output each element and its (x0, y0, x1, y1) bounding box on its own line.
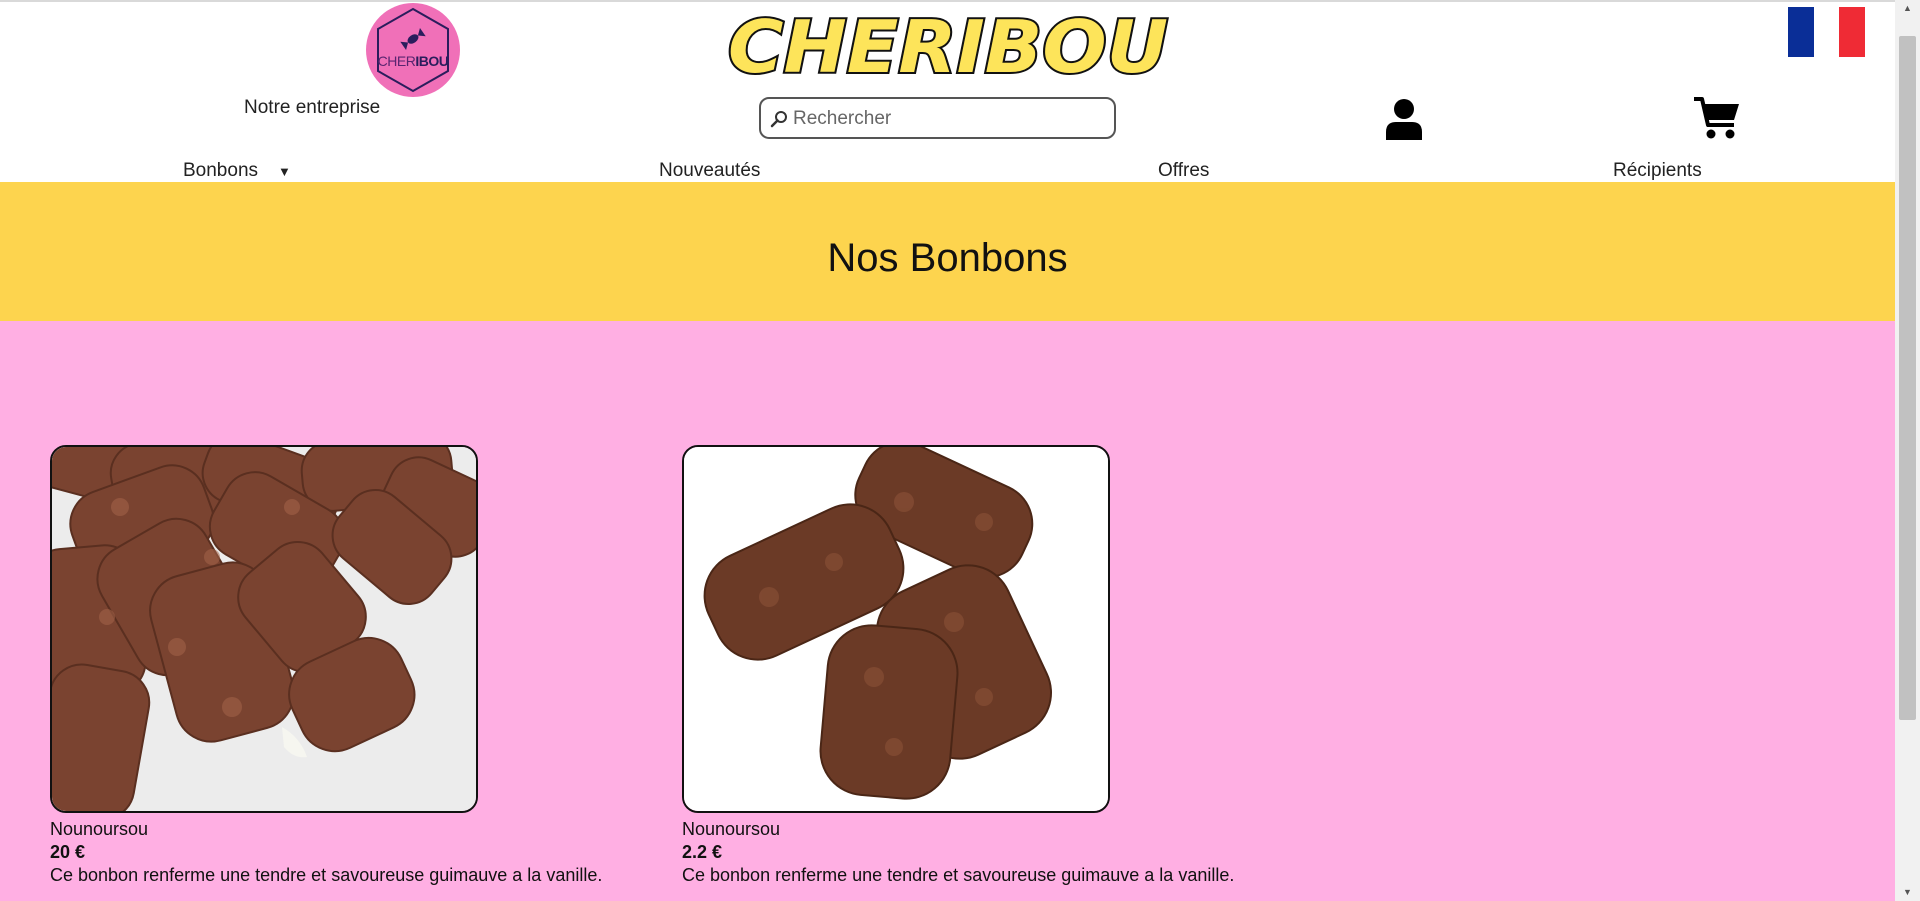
language-flag[interactable] (1788, 7, 1866, 57)
nav-item-label: Bonbons (183, 160, 259, 181)
product-price: 2.2 € (682, 842, 723, 862)
scroll-up-icon[interactable]: ▲ (1895, 0, 1920, 17)
page-title: Nos Bonbons (827, 236, 1068, 280)
product-grid: Nounoursou 20 € Ce bonbon renferme une t… (0, 321, 1895, 901)
company-link[interactable]: Notre entreprise (244, 97, 380, 119)
user-icon[interactable] (1385, 98, 1423, 140)
product-name[interactable]: Nounoursou (50, 819, 610, 840)
product-price: 20 € (50, 842, 86, 862)
page-banner: Nos Bonbons (0, 182, 1895, 321)
nav-item-recipients[interactable]: Récipients (1613, 160, 1702, 182)
hexagon-logo-icon (377, 7, 449, 93)
brand-logo[interactable]: CHERIBOU (718, 2, 1178, 88)
flag-stripe-blue (1788, 7, 1814, 57)
flag-stripe-white (1813, 7, 1840, 57)
scroll-down-icon[interactable]: ▼ (1895, 884, 1920, 901)
scrollbar-thumb[interactable] (1899, 36, 1916, 720)
product-description: Ce bonbon renferme une tendre et savoure… (50, 865, 603, 885)
logo-badge[interactable]: CHERIBOU (366, 3, 460, 97)
product-card[interactable]: Nounoursou 20 € Ce bonbon renferme une t… (50, 445, 610, 886)
nav-item-bonbons[interactable]: Bonbons ▼ (183, 160, 291, 182)
cart-icon[interactable] (1693, 96, 1741, 140)
logo-badge-text: CHERIBOU (377, 53, 449, 69)
chocolate-bears-group-image (684, 447, 1108, 811)
product-image[interactable] (50, 445, 478, 813)
viewport: CHERIBOU Notre entreprise CHERIBOU Reche… (0, 0, 1895, 901)
nav-item-offres[interactable]: Offres (1158, 160, 1209, 182)
page-scrollbar[interactable]: ▲ ▼ (1895, 0, 1920, 901)
brand-text: CHERIBOU (728, 5, 1168, 88)
product-description: Ce bonbon renferme une tendre et savoure… (682, 865, 1235, 885)
main-nav: Bonbons ▼ Nouveautés Offres Récipients (0, 158, 1895, 184)
chevron-down-icon[interactable]: ▼ (278, 164, 291, 179)
search-icon[interactable] (770, 110, 788, 128)
search-input[interactable] (791, 105, 1110, 133)
product-card[interactable]: Nounoursou 2.2 € Ce bonbon renferme une … (682, 445, 1242, 886)
candy-icon (400, 28, 426, 50)
site-header: CHERIBOU Notre entreprise CHERIBOU Reche… (0, 0, 1895, 181)
nav-item-nouveautes[interactable]: Nouveautés (659, 160, 760, 182)
search-box[interactable] (759, 97, 1116, 139)
chocolate-bears-pile-image (52, 447, 476, 811)
flag-stripe-red (1839, 7, 1866, 57)
product-image[interactable] (682, 445, 1110, 813)
product-name[interactable]: Nounoursou (682, 819, 1242, 840)
